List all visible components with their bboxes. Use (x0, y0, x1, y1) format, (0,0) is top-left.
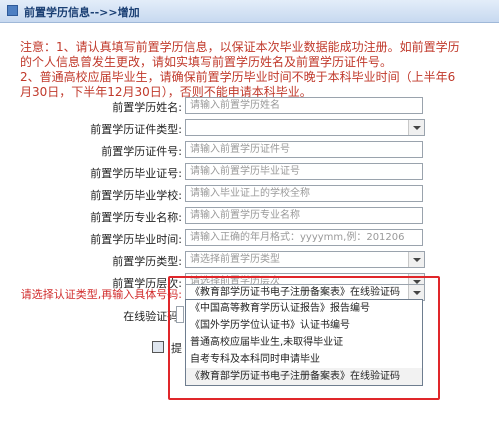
id-number-input[interactable]: 请输入前置学历证件号 (185, 141, 423, 158)
save-icon[interactable] (152, 341, 164, 353)
notice-line: 的个人信息曾发生更改，请如实填写前置学历姓名及前置学历证件号。 (20, 55, 393, 69)
page-title: 前置学历信息-->>增加 (24, 6, 140, 19)
id-type-label: 前置学历证件类型: (90, 123, 182, 136)
highlight-box (168, 276, 440, 400)
notice-line: 注意：1、请认真填写前置学历信息，以保证本次毕业数据能成功注册。如前置学历 (20, 40, 460, 54)
cert-number-input[interactable]: 请输入前置学历毕业证号 (185, 163, 423, 180)
school-label: 前置学历毕业学校: (90, 189, 182, 202)
page-header: 前置学历信息-->>增加 (0, 0, 499, 23)
verify-type-label: 请选择认证类型,再输入具体号码: (20, 288, 182, 301)
chevron-down-icon[interactable] (408, 120, 424, 135)
name-label: 前置学历姓名: (112, 101, 182, 114)
major-input[interactable]: 请输入前置学历专业名称 (185, 207, 423, 224)
grad-time-input[interactable]: 请输入正确的年月格式：yyyymm,例：201206 (185, 229, 423, 246)
cert-number-label: 前置学历毕业证号: (90, 167, 182, 180)
form-icon (7, 5, 18, 16)
chevron-down-icon[interactable] (408, 252, 424, 267)
edu-type-select[interactable]: 请选择前置学历类型 (185, 251, 425, 268)
name-input[interactable]: 请输入前置学历姓名 (185, 97, 423, 114)
school-input[interactable]: 请输入毕业证上的学校全称 (185, 185, 423, 202)
edu-type-label: 前置学历类型: (112, 255, 182, 268)
id-number-label: 前置学历证件号: (101, 145, 182, 158)
grad-time-label: 前置学历毕业时间: (90, 233, 182, 246)
verify-code-label: 在线验证码: (123, 310, 182, 323)
id-type-select[interactable] (185, 119, 425, 136)
notice-line: 2、普通高校应届毕业生，请确保前置学历毕业时间不晚于本科毕业时间（上半年6 (20, 70, 456, 84)
notice-text: 注意：1、请认真填写前置学历信息，以保证本次毕业数据能成功注册。如前置学历 的个… (20, 40, 480, 100)
edu-type-value: 请选择前置学历类型 (190, 254, 280, 265)
major-label: 前置学历专业名称: (90, 211, 182, 224)
